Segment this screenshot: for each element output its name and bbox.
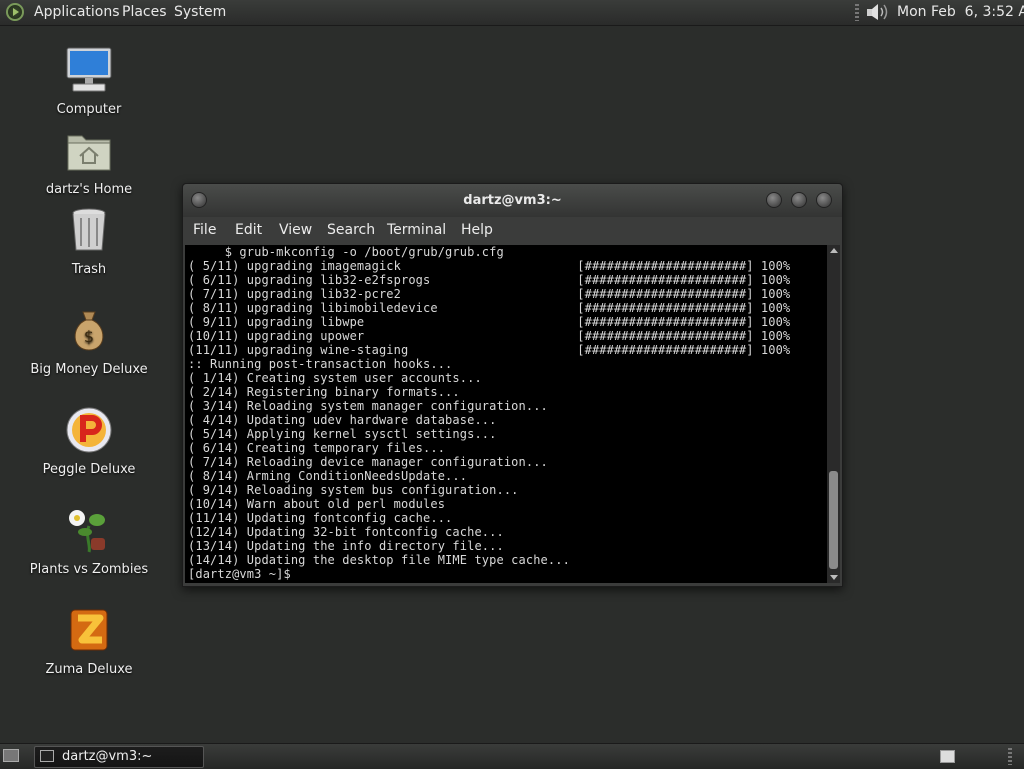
peggle-icon — [66, 407, 112, 453]
menu-view[interactable]: View — [279, 222, 312, 238]
terminal-text: $ grub-mkconfig -o /boot/grub/grub.cfg (… — [188, 245, 791, 581]
taskbar-window-label: dartz@vm3:~ — [62, 749, 153, 764]
panel-handle[interactable] — [1008, 748, 1012, 765]
maximize-button[interactable] — [791, 192, 807, 208]
menu-search[interactable]: Search — [327, 222, 375, 238]
applications-logo-icon[interactable] — [6, 3, 24, 21]
close-button[interactable] — [816, 192, 832, 208]
scrollbar-thumb[interactable] — [829, 471, 838, 569]
desktop-icon-label: Plants vs Zombies — [29, 562, 149, 577]
panel-handle[interactable] — [855, 4, 859, 21]
home-folder-icon — [67, 135, 111, 171]
desktop-icon-label: Zuma Deluxe — [45, 662, 133, 677]
computer-icon — [66, 47, 112, 92]
terminal-scrollbar[interactable] — [827, 245, 840, 583]
svg-text:$: $ — [84, 327, 94, 346]
top-panel: Applications Places System Mon Feb 6, 3:… — [0, 0, 1024, 26]
terminal-window[interactable]: dartz@vm3:~ File Edit View Search Termin… — [182, 183, 843, 587]
taskbar-window-button[interactable]: dartz@vm3:~ — [34, 746, 204, 768]
scroll-up-arrow-icon[interactable] — [830, 248, 838, 253]
plants-vs-zombies-icon — [69, 510, 105, 553]
desktop-icon-label: Computer — [56, 102, 122, 117]
desktop-icon-label: dartz's Home — [45, 182, 133, 197]
desktop-icon-label: Big Money Deluxe — [30, 362, 148, 377]
minimize-button[interactable] — [766, 192, 782, 208]
menu-edit[interactable]: Edit — [235, 222, 262, 238]
money-bag-icon: $ — [74, 311, 104, 351]
menu-applications[interactable]: Applications — [34, 4, 120, 20]
terminal-output[interactable]: $ grub-mkconfig -o /boot/grub/grub.cfg (… — [185, 245, 827, 583]
volume-icon[interactable] — [866, 2, 890, 22]
desktop-icon-trash[interactable]: Trash — [14, 206, 164, 277]
window-title: dartz@vm3:~ — [463, 193, 562, 208]
menu-terminal[interactable]: Terminal — [387, 222, 446, 238]
terminal-menubar: File Edit View Search Terminal Help — [183, 217, 842, 243]
desktop-icon-computer[interactable]: Computer — [14, 46, 164, 117]
terminal-icon — [40, 750, 54, 762]
menu-system[interactable]: System — [174, 4, 226, 20]
desktop-icon-label: Trash — [71, 262, 107, 277]
desktop-icon-big-money[interactable]: $ Big Money Deluxe — [14, 306, 164, 377]
scroll-down-arrow-icon[interactable] — [830, 575, 838, 580]
desktop-icon-home[interactable]: dartz's Home — [14, 126, 164, 197]
menu-file[interactable]: File — [193, 222, 216, 238]
menu-places[interactable]: Places — [122, 4, 167, 20]
zuma-icon — [70, 609, 108, 651]
desktop-icon-zuma[interactable]: Zuma Deluxe — [14, 606, 164, 677]
trash-icon — [72, 208, 106, 251]
show-desktop-icon[interactable] — [3, 749, 19, 762]
window-titlebar[interactable]: dartz@vm3:~ — [183, 184, 842, 217]
workspace-switcher[interactable] — [940, 750, 955, 763]
clock[interactable]: Mon Feb 6, 3:52 AM — [897, 4, 1024, 20]
desktop-icon-label: Peggle Deluxe — [42, 462, 136, 477]
bottom-panel: dartz@vm3:~ — [0, 743, 1024, 769]
menu-help[interactable]: Help — [461, 222, 493, 238]
desktop-icon-plants-vs-zombies[interactable]: Plants vs Zombies — [14, 506, 164, 577]
desktop-icon-peggle[interactable]: Peggle Deluxe — [14, 406, 164, 477]
